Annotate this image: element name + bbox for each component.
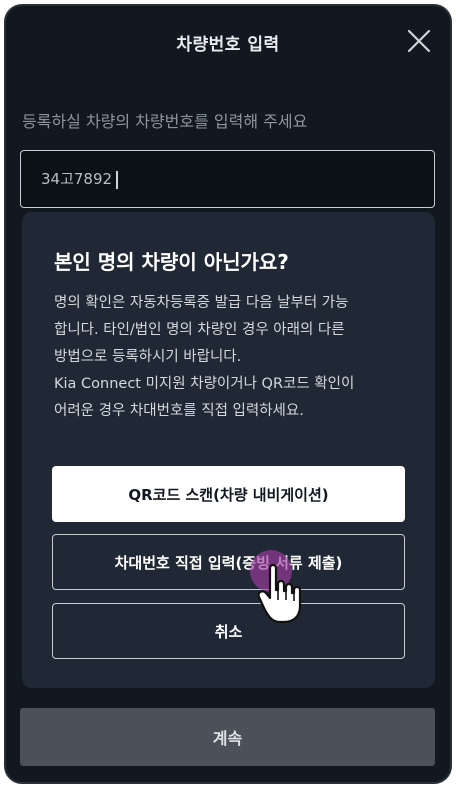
hand-cursor-icon bbox=[257, 563, 302, 624]
close-icon bbox=[407, 29, 431, 53]
vin-direct-input-button[interactable]: 차대번호 직접 입력(증빙 서류 제출) bbox=[52, 534, 405, 590]
not-owner-dialog: 본인 명의 차량이 아닌가요? 명의 확인은 자동차등록증 발급 다음 날부터 … bbox=[22, 212, 435, 688]
dialog-body-line: 방법으로 등록하시기 바랍니다. bbox=[54, 349, 242, 365]
continue-button-label: 계속 bbox=[212, 729, 243, 748]
plate-number-input[interactable]: 34고7892 bbox=[20, 150, 435, 208]
cancel-button-label: 취소 bbox=[214, 622, 243, 641]
vin-direct-input-button-label: 차대번호 직접 입력(증빙 서류 제출) bbox=[114, 553, 343, 572]
close-button[interactable] bbox=[404, 26, 434, 56]
instruction-text: 등록하실 차량의 차량번호를 입력해 주세요 bbox=[22, 112, 308, 131]
app-screen: 차량번호 입력 등록하실 차량의 차량번호를 입력해 주세요 34고7892 본… bbox=[4, 4, 452, 784]
page-title: 차량번호 입력 bbox=[176, 35, 280, 55]
dialog-body-line: Kia Connect 미지원 차량이거나 QR코드 확인이 bbox=[54, 376, 355, 392]
dialog-title: 본인 명의 차량이 아닌가요? bbox=[54, 250, 289, 274]
text-caret bbox=[116, 170, 118, 189]
dialog-body-line: 명의 확인은 자동차등록증 발급 다음 날부터 가능 bbox=[54, 295, 349, 311]
cancel-button[interactable]: 취소 bbox=[52, 603, 405, 659]
qr-scan-button[interactable]: QR코드 스캔(차량 내비게이션) bbox=[52, 466, 405, 522]
plate-number-value: 34고7892 bbox=[41, 170, 113, 188]
dialog-body-line: 어려운 경우 차대번호를 직접 입력하세요. bbox=[54, 403, 304, 419]
header: 차량번호 입력 bbox=[6, 6, 450, 74]
continue-button[interactable]: 계속 bbox=[20, 708, 435, 766]
dialog-body-line: 합니다. 타인/법인 명의 차량인 경우 아래의 다른 bbox=[54, 322, 345, 338]
qr-scan-button-label: QR코드 스캔(차량 내비게이션) bbox=[128, 485, 329, 504]
dialog-body: 명의 확인은 자동차등록증 발급 다음 날부터 가능 합니다. 타인/법인 명의… bbox=[54, 290, 414, 425]
